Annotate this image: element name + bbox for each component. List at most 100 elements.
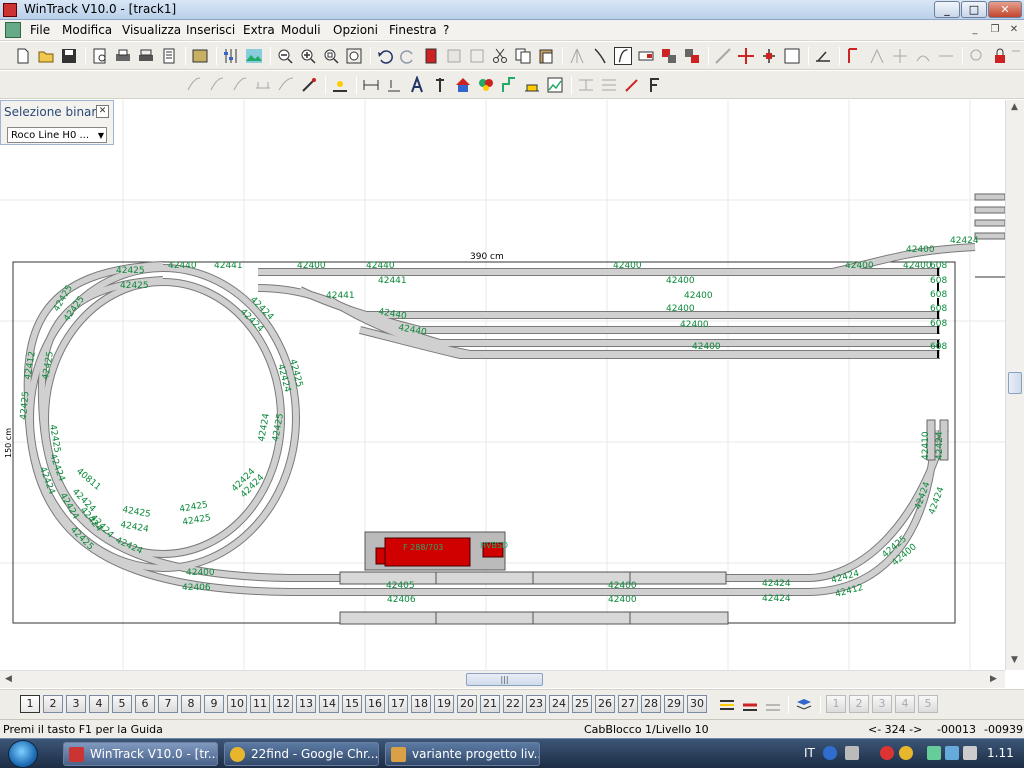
- flex3-icon[interactable]: [231, 76, 249, 94]
- lock-icon[interactable]: [991, 47, 1009, 65]
- network-tray-icon[interactable]: [945, 746, 959, 760]
- menu-extra[interactable]: Extra: [243, 23, 275, 37]
- bridge-icon[interactable]: [254, 76, 272, 94]
- align-icon[interactable]: [577, 76, 595, 94]
- layer-button-13[interactable]: 13: [296, 695, 316, 713]
- layer-button-10[interactable]: 10: [227, 695, 247, 713]
- scroll-right-icon[interactable]: ▶: [990, 674, 997, 684]
- layer-button-17[interactable]: 17: [388, 695, 408, 713]
- flex-track-icon[interactable]: [614, 47, 632, 65]
- menu-visualizza[interactable]: Visualizza: [122, 23, 181, 37]
- layer-stack-icon[interactable]: [795, 696, 813, 714]
- layer-button-11[interactable]: 11: [250, 695, 270, 713]
- taskbar-item-document[interactable]: variante progetto liv...: [385, 742, 540, 766]
- elevation-icon[interactable]: [814, 47, 832, 65]
- print-setup-icon[interactable]: [137, 47, 155, 65]
- zoom-fit-icon[interactable]: [345, 47, 363, 65]
- menu-opzioni[interactable]: Opzioni: [333, 23, 378, 37]
- wand-icon[interactable]: [300, 76, 318, 94]
- text-cursor-icon[interactable]: [385, 76, 403, 94]
- layer-button-28[interactable]: 28: [641, 695, 661, 713]
- layer-button-18[interactable]: 18: [411, 695, 431, 713]
- print-icon[interactable]: [114, 47, 132, 65]
- level-button-3[interactable]: 3: [872, 695, 892, 713]
- redo-icon[interactable]: [399, 47, 417, 65]
- track-end-icon[interactable]: [914, 47, 932, 65]
- menu-moduli[interactable]: Moduli: [281, 23, 321, 37]
- menu-finestra[interactable]: Finestra: [389, 23, 437, 37]
- updates-tray-icon[interactable]: [899, 746, 913, 760]
- menu-file[interactable]: File: [30, 23, 50, 37]
- house-icon[interactable]: [454, 76, 472, 94]
- minimize-button[interactable]: _: [934, 1, 960, 18]
- library-icon[interactable]: [191, 47, 209, 65]
- security-tray-icon[interactable]: [880, 746, 894, 760]
- level-button-2[interactable]: 2: [849, 695, 869, 713]
- more-tools-icon[interactable]: [1009, 47, 1023, 65]
- vertical-scroll-thumb[interactable]: [1008, 372, 1022, 394]
- tree-icon[interactable]: [477, 76, 495, 94]
- input-tray-icon[interactable]: [845, 746, 859, 760]
- layer-button-9[interactable]: 9: [204, 695, 224, 713]
- scroll-left-icon[interactable]: ◀: [5, 674, 12, 684]
- curve-track-icon[interactable]: [591, 47, 609, 65]
- level-button-4[interactable]: 4: [895, 695, 915, 713]
- layer-button-1[interactable]: 1: [20, 695, 40, 713]
- mdi-minimize-button[interactable]: _: [966, 23, 984, 38]
- layer-button-3[interactable]: 3: [66, 695, 86, 713]
- layer-button-22[interactable]: 22: [503, 695, 523, 713]
- junction-icon[interactable]: [868, 47, 886, 65]
- layer-button-23[interactable]: 23: [526, 695, 546, 713]
- clock[interactable]: 1.11: [987, 746, 1014, 760]
- copy-icon[interactable]: [514, 47, 532, 65]
- drawing-canvas[interactable]: 390 cm 150 cm F 288/703 HVBSD 42425 4242…: [0, 100, 1005, 670]
- track-split-icon[interactable]: [937, 47, 955, 65]
- layer-hide-icon[interactable]: [764, 696, 782, 714]
- layer-button-15[interactable]: 15: [342, 695, 362, 713]
- sun-icon[interactable]: [331, 76, 349, 94]
- mdi-close-button[interactable]: ✕: [1005, 23, 1023, 38]
- search-track-icon[interactable]: [968, 47, 986, 65]
- road-icon[interactable]: [500, 76, 518, 94]
- cut-icon[interactable]: [491, 47, 509, 65]
- scroll-down-icon[interactable]: ▼: [1011, 655, 1018, 665]
- device-tray-icon[interactable]: [927, 746, 941, 760]
- layer-button-5[interactable]: 5: [112, 695, 132, 713]
- blocks-icon[interactable]: [660, 47, 678, 65]
- layer-button-6[interactable]: 6: [135, 695, 155, 713]
- maximize-button[interactable]: □: [961, 1, 987, 18]
- table-icon[interactable]: [468, 47, 486, 65]
- layer-button-27[interactable]: 27: [618, 695, 638, 713]
- undo-icon[interactable]: [376, 47, 394, 65]
- text-icon[interactable]: [408, 76, 426, 94]
- rotate-180-icon[interactable]: [783, 47, 801, 65]
- flex1-icon[interactable]: [185, 76, 203, 94]
- layer-button-14[interactable]: 14: [319, 695, 339, 713]
- terrain-icon[interactable]: [523, 76, 541, 94]
- track-library-dropdown[interactable]: Roco Line H0 ... ▼: [7, 127, 107, 143]
- layer-button-20[interactable]: 20: [457, 695, 477, 713]
- save-icon[interactable]: [60, 47, 78, 65]
- landscape-icon[interactable]: [245, 47, 263, 65]
- dimension-icon[interactable]: [362, 76, 380, 94]
- start-button[interactable]: [8, 740, 38, 768]
- layer-button-29[interactable]: 29: [664, 695, 684, 713]
- panel-close-button[interactable]: ✕: [96, 105, 109, 118]
- menu-modifica[interactable]: Modifica: [62, 23, 112, 37]
- layers-icon[interactable]: [718, 696, 736, 714]
- horizontal-scrollbar[interactable]: ◀ ||| ▶: [0, 670, 1005, 688]
- document-icon[interactable]: [5, 22, 21, 38]
- document-red-icon[interactable]: [422, 47, 440, 65]
- print-preview-icon[interactable]: [91, 47, 109, 65]
- open-folder-icon[interactable]: [37, 47, 55, 65]
- move-icon[interactable]: [737, 47, 755, 65]
- layer-button-26[interactable]: 26: [595, 695, 615, 713]
- layer-button-19[interactable]: 19: [434, 695, 454, 713]
- layer-edit-icon[interactable]: [741, 696, 759, 714]
- layer-button-16[interactable]: 16: [365, 695, 385, 713]
- help-tray-icon[interactable]: [823, 746, 837, 760]
- level-button-5[interactable]: 5: [918, 695, 938, 713]
- menu-help[interactable]: ?: [443, 23, 449, 37]
- zoom-in-icon[interactable]: [299, 47, 317, 65]
- anchor-icon[interactable]: [760, 47, 778, 65]
